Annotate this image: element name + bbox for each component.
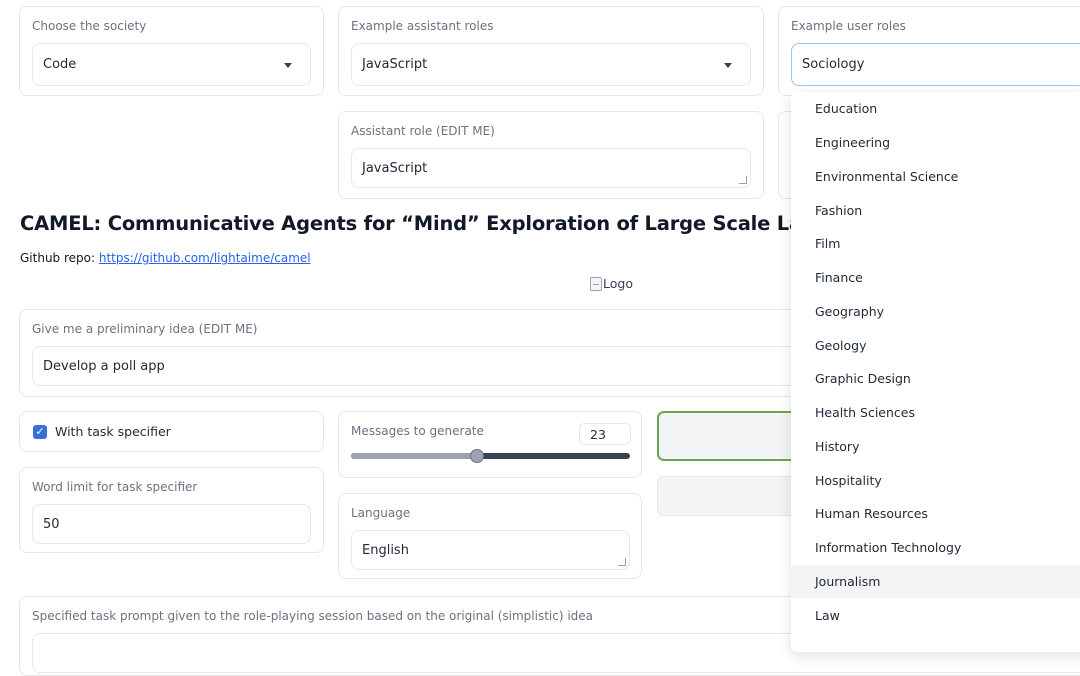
user-roles-dropdown-list: Education Engineering Environmental Scienc… bbox=[791, 92, 1080, 652]
dropdown-option[interactable]: Hospitality bbox=[791, 463, 1080, 497]
dropdown-option[interactable]: Film bbox=[791, 227, 1080, 261]
society-label: Choose the society bbox=[32, 19, 147, 33]
specified-task-label: Specified task prompt given to the role-… bbox=[32, 609, 594, 623]
dropdown-option[interactable]: Finance bbox=[791, 261, 1080, 295]
messages-label: Messages to generate bbox=[351, 424, 484, 438]
chevron-down-icon bbox=[284, 62, 292, 68]
dropdown-option[interactable]: Law bbox=[791, 598, 1080, 632]
logo-alt: Logo bbox=[603, 276, 633, 291]
dropdown-option[interactable]: Fashion bbox=[791, 193, 1080, 227]
dropdown-option[interactable]: History bbox=[791, 430, 1080, 464]
dropdown-option[interactable]: Graphic Design bbox=[791, 362, 1080, 396]
assistant-role-panel: Assistant role (EDIT ME) JavaScript bbox=[338, 111, 764, 199]
society-value: Code bbox=[43, 57, 77, 72]
slider-thumb[interactable] bbox=[469, 449, 484, 463]
dropdown-option[interactable]: Journalism bbox=[791, 564, 1080, 599]
user-roles-label: Example user roles bbox=[791, 19, 906, 33]
repo-link[interactable]: https://github.com/lightaime/camel bbox=[99, 251, 311, 265]
task-specifier-label: With task specifier bbox=[55, 424, 171, 439]
word-limit-value: 50 bbox=[43, 516, 60, 532]
dropdown-option[interactable]: Geology bbox=[791, 328, 1080, 362]
dropdown-option[interactable]: Information Technology bbox=[791, 531, 1080, 565]
assistant-roles-label: Example assistant roles bbox=[351, 19, 494, 33]
word-limit-panel: Word limit for task specifier 50 bbox=[19, 467, 324, 553]
dropdown-option[interactable]: Health Sciences bbox=[791, 396, 1080, 430]
language-value: English bbox=[362, 542, 409, 558]
language-label: Language bbox=[351, 506, 411, 520]
idea-value: Develop a poll app bbox=[43, 358, 165, 374]
word-limit-input[interactable]: 50 bbox=[32, 504, 311, 544]
idea-label: Give me a preliminary idea (EDIT ME) bbox=[32, 322, 258, 336]
dropdown-option[interactable]: Geography bbox=[791, 295, 1080, 329]
dropdown-option[interactable]: Human Resources bbox=[791, 497, 1080, 531]
assistant-roles-select[interactable]: JavaScript bbox=[351, 43, 751, 86]
society-panel: Choose the society Code bbox=[19, 6, 324, 96]
messages-slider[interactable] bbox=[351, 449, 630, 463]
resize-handle-icon[interactable] bbox=[618, 558, 626, 566]
dropdown-option[interactable]: Engineering bbox=[791, 126, 1080, 160]
assistant-role-textarea[interactable]: JavaScript bbox=[351, 148, 751, 188]
word-limit-label: Word limit for task specifier bbox=[32, 480, 198, 494]
language-panel: Language English bbox=[338, 493, 642, 579]
dropdown-option[interactable]: Environmental Science bbox=[791, 160, 1080, 194]
logo-image: Logo bbox=[590, 276, 633, 291]
assistant-role-label: Assistant role (EDIT ME) bbox=[351, 124, 495, 138]
task-specifier-panel[interactable]: ✓ With task specifier bbox=[19, 411, 324, 452]
checkmark-icon[interactable]: ✓ bbox=[33, 425, 47, 439]
user-roles-panel: Example user roles Sociology bbox=[778, 6, 1080, 96]
society-select[interactable]: Code bbox=[32, 43, 311, 86]
assistant-role-value: JavaScript bbox=[362, 160, 428, 176]
github-repo-line: Github repo: https://github.com/lightaim… bbox=[20, 251, 311, 265]
messages-panel: Messages to generate 23 bbox=[338, 411, 642, 478]
chevron-down-icon bbox=[724, 62, 732, 68]
user-roles-value: Sociology bbox=[802, 57, 865, 72]
assistant-roles-value: JavaScript bbox=[362, 57, 428, 72]
broken-image-icon bbox=[590, 276, 602, 291]
assistant-roles-panel: Example assistant roles JavaScript bbox=[338, 6, 764, 96]
repo-prefix: Github repo: bbox=[20, 251, 99, 265]
dropdown-option[interactable]: Education bbox=[791, 92, 1080, 126]
language-textarea[interactable]: English bbox=[351, 530, 630, 570]
messages-number-input[interactable]: 23 bbox=[579, 423, 631, 445]
user-roles-input[interactable]: Sociology bbox=[791, 43, 1080, 86]
resize-handle-icon[interactable] bbox=[739, 176, 747, 184]
slider-fill bbox=[351, 453, 477, 459]
